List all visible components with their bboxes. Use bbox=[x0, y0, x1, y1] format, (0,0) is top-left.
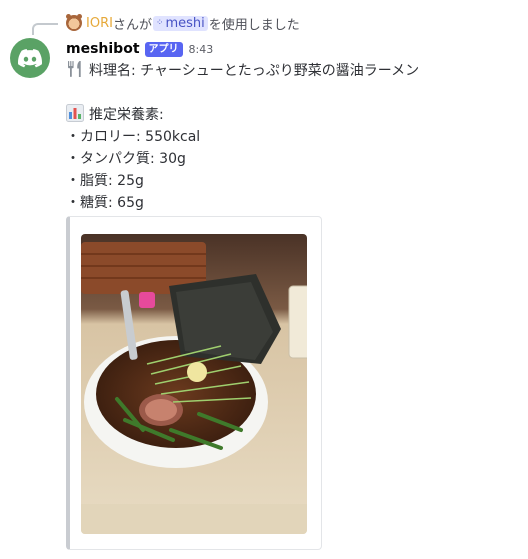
bot-avatar[interactable] bbox=[10, 38, 50, 78]
reply-text-before: さんが bbox=[112, 17, 152, 33]
dish-name: 料理名: チャーシューとたっぷり野菜の醤油ラーメン bbox=[89, 63, 420, 79]
nutrition-item-protein: ・タンパク質: 30g bbox=[66, 151, 186, 167]
ramen-photo[interactable] bbox=[81, 234, 307, 534]
user-avatar-small[interactable] bbox=[66, 14, 82, 31]
nutrition-heading: 推定栄養素: bbox=[89, 107, 164, 123]
message-embed bbox=[66, 216, 322, 550]
discord-logo-icon bbox=[18, 48, 42, 67]
reply-username[interactable]: IORI bbox=[86, 16, 113, 31]
message-content: 料理名: チャーシューとたっぷり野菜の醤油ラーメン 推定栄養素: ・カロリー: … bbox=[66, 60, 516, 214]
bot-username[interactable]: meshibot bbox=[66, 41, 140, 57]
nutrition-heading-line: 推定栄養素: bbox=[66, 104, 516, 126]
nutrition-item-carbs: ・糖質: 65g bbox=[66, 195, 144, 211]
message-timestamp[interactable]: 8:43 bbox=[189, 43, 214, 56]
ramen-image-icon bbox=[81, 234, 307, 534]
bar-chart-icon bbox=[66, 104, 84, 122]
nutrition-item-calories: ・カロリー: 550kcal bbox=[66, 129, 201, 145]
command-mention[interactable]: ⁘ meshi bbox=[152, 15, 208, 31]
reply-text-after: を使用しました bbox=[208, 17, 300, 33]
command-usage-line: IORI さんが ⁘ meshi を使用しました bbox=[66, 13, 300, 33]
slash-command-icon: ⁘ bbox=[155, 18, 163, 28]
app-badge: アプリ bbox=[144, 41, 183, 57]
command-name: meshi bbox=[165, 15, 205, 31]
dish-line: 料理名: チャーシューとたっぷり野菜の醤油ラーメン bbox=[66, 60, 516, 82]
nutrition-item-fat: ・脂質: 25g bbox=[66, 173, 144, 189]
message-header: meshibot アプリ 8:43 bbox=[66, 38, 213, 60]
fork-knife-icon bbox=[68, 61, 81, 77]
reply-spine bbox=[32, 23, 58, 35]
